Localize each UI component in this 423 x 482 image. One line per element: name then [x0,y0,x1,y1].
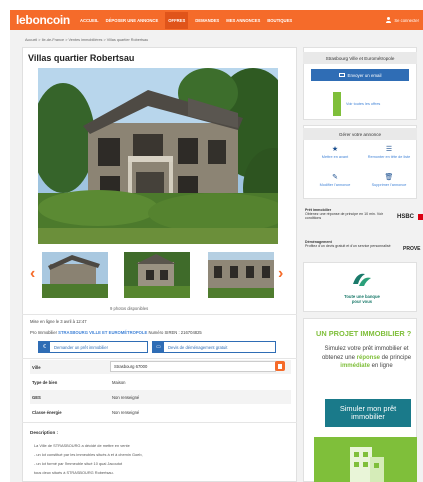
top-nav-bar: leboncoin ACCUEIL DÉPOSER UNE ANNONCE OF… [10,10,423,30]
credit-agricole-logo [353,273,371,286]
house-photo-image [38,68,278,244]
listing-main-photo[interactable] [38,68,278,244]
nav-my-ads[interactable]: MES ANNONCES [226,18,260,23]
send-email-button[interactable]: Envoyer un email [311,69,409,81]
city-value-field: Strasbourg 67000 [110,361,276,372]
next-photo-arrow[interactable]: › [278,266,283,282]
manage-ad-heading: Gérer votre annonce [303,128,417,140]
posted-date: Mise en ligne le 3 avril à 12:47 [30,319,87,324]
hsbc-hexagon-icon [418,214,423,220]
login-label: Se connecter [394,17,419,23]
delete-ad-action[interactable]: 🗑 Supprimer l'annonce [364,174,414,188]
attribute-value: Non renseigné [112,409,140,415]
login-link[interactable]: Se connecter [385,17,419,23]
nav-offers[interactable]: OFFRES [165,11,189,29]
action-label: Modifier l'annonce [319,183,351,187]
pro-prefix: Pro Immobilier [30,330,57,335]
euro-icon: € [39,342,50,352]
list-up-icon: ☰ [385,146,393,153]
description-line: tous deux situés à STRASBOURG Robertsau. [34,470,114,475]
attribute-key: Type de bien [32,379,58,385]
promo-highlight-1: réponse [356,354,380,361]
nav-post-ad[interactable]: DÉPOSER UNE ANNONCE [106,18,159,23]
attribute-value: Non renseigné [112,394,140,400]
highlight-ad-action[interactable]: ★ Mettre en avant [310,146,360,160]
promo-title: UN PROJET IMMOBILIER ? [316,329,412,338]
attribute-row-type: Type de bien Maison [30,375,291,389]
building-icon [350,447,384,482]
request-loan-button[interactable]: € Demander un prêt immobilier [38,341,148,353]
attribute-key: GES [32,394,41,400]
shop-logo [333,92,341,116]
trash-icon: 🗑 [384,174,394,181]
description-heading: Description : [30,430,59,435]
simulate-loan-button[interactable]: Simuler mon prêt immobilier [325,399,411,427]
promo-highlight-2: immédiate [340,363,370,369]
prev-photo-arrow[interactable]: ‹ [30,266,35,282]
promo-text: Simulez votre prêt immobilier et obtenez… [316,345,417,371]
promo-text-3: en ligne [371,363,393,369]
breadcrumb[interactable]: Accueil > Ile-de-France > Ventes immobil… [25,38,148,42]
see-all-offers-link[interactable]: Voir toutes les offres [346,102,380,106]
seller-info: Pro Immobilier STRASBOURG VILLE ET EUROM… [30,330,202,335]
attribute-row-energy: Classe énergie Non renseigné [30,405,291,419]
ad-text: Profitez d'un devis gratuit et d'un serv… [305,244,391,248]
hsbc-logo: HSBC [397,214,415,220]
user-icon [385,17,391,23]
thumbnail-2[interactable] [124,252,190,298]
thumbnail-3[interactable] [208,252,274,298]
request-loan-label: Demander un prêt immobilier [54,344,108,350]
truck-icon: ▭ [153,342,164,352]
building-illustration [314,437,417,482]
moving-company-logo: PROVE [403,246,421,252]
description-line: - un lot constitué par les immeubles sit… [34,452,143,457]
edit-ad-action[interactable]: ✎ Modifier l'annonce [310,174,360,188]
attribute-row-ges: GES Non renseigné [30,390,291,404]
nav-shops[interactable]: BOUTIQUES [267,18,292,23]
seller-name-link[interactable]: STRASBOURG VILLE ET EUROMÉTROPOLE [58,330,147,335]
nav-requests[interactable]: DEMANDES [195,18,219,23]
promo-text-2: de principe [381,354,412,361]
listing-title: Villas quartier Robertsau [28,53,135,63]
siren-number: Numéro SIREN : 216704825 [148,330,202,335]
divider [22,358,297,359]
action-label: Remonter en tête de liste [367,155,411,159]
action-label: Mettre en avant [321,155,349,159]
star-icon: ★ [331,146,339,153]
thumbnail-1[interactable] [42,252,108,298]
moving-quote-label: Devis de déménagement gratuit [168,344,228,350]
nav-home[interactable]: ACCUEIL [80,18,99,23]
envelope-icon [338,73,345,77]
thumbnail-1-image [42,252,108,298]
divider [22,314,297,315]
bump-ad-action[interactable]: ☰ Remonter en tête de liste [364,146,414,160]
ad-text: Obtenez une réponse de principe en 10 mi… [305,212,384,220]
divider [22,422,297,423]
attribute-value: Maison [112,379,126,385]
description-line: - un lot formé par l'immeuble situé 10 q… [34,461,123,466]
moving-quote-button[interactable]: ▭ Devis de déménagement gratuit [152,341,276,353]
ad-moving[interactable]: Déménagement Profitez d'un devis gratuit… [305,240,417,248]
pencil-icon: ✎ [332,174,338,181]
bank-tagline: Toute une banque pour vous [344,294,380,304]
thumbnail-2-image [124,252,190,298]
photo-count-label: 9 photos disponibles [110,306,149,311]
delete-icon[interactable] [275,361,285,371]
seller-name-heading: Strasbourg Ville et Eurométropole [303,52,417,64]
description-line: La Ville de STRASBOURG a décidé de mettr… [34,443,130,448]
thumbnail-3-image [208,252,274,298]
site-logo[interactable]: leboncoin [16,13,70,27]
send-email-label: Envoyer un email [347,72,382,78]
attribute-key: Classe énergie [32,409,62,415]
action-label: Supprimer l'annonce [371,183,407,187]
attribute-key: Ville [32,364,41,370]
